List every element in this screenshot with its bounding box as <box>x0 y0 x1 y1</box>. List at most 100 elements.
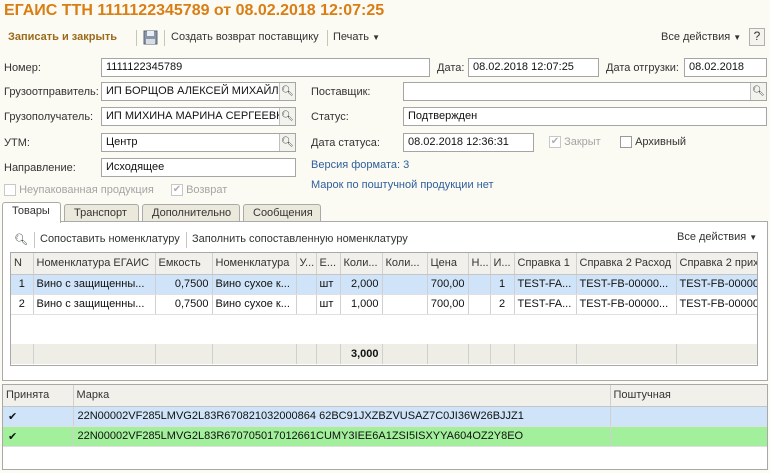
table-cell: шт <box>316 274 341 295</box>
return-checkbox[interactable]: ✔ Возврат <box>171 184 227 197</box>
table-cell: 2 <box>11 294 34 315</box>
check-icon: ✔ <box>3 426 74 447</box>
marks-column-header[interactable]: Поштучная <box>610 385 767 407</box>
table-cell: 0,7500 <box>155 274 213 295</box>
table-row[interactable]: 1 Вино с защищенны... 0,7500 Вино сухое к..… <box>11 274 757 295</box>
goods-column-header[interactable]: Коли... <box>340 253 383 275</box>
goods-column-header[interactable]: Цена <box>427 253 469 275</box>
postal-marks-link[interactable]: Марок по поштучной продукции нет <box>311 179 494 191</box>
table-row[interactable]: 2 Вино с защищенны... 0,7500 Вино сухое к..… <box>11 294 757 315</box>
table-cell: 0,7500 <box>155 294 213 315</box>
goods-column-header[interactable]: У... <box>296 253 317 275</box>
search-icon[interactable]: 🔍︎ <box>750 83 766 100</box>
date-field[interactable]: 08.02.2018 12:07:25 <box>468 58 599 77</box>
status-field[interactable]: Подтвержден <box>403 107 767 126</box>
tab-additional[interactable]: Дополнительно <box>142 204 240 221</box>
direction-field[interactable]: Исходящее <box>101 158 296 177</box>
consignee-field[interactable]: ИП МИХИНА МАРИНА СЕРГЕЕВНА 🔍︎ <box>101 107 296 126</box>
archived-checkbox[interactable]: Архивный <box>620 136 687 149</box>
table-cell <box>382 274 428 295</box>
print-menu[interactable]: Печать ▼ <box>333 31 380 43</box>
tab-goods[interactable]: Товары <box>2 202 61 223</box>
consignee-label: Грузополучатель: <box>4 111 94 123</box>
search-icon[interactable]: 🔍︎ <box>14 233 28 246</box>
number-field[interactable]: 1111122345789 <box>101 58 430 77</box>
toolbar-separator <box>34 232 35 248</box>
toolbar-separator <box>164 30 165 46</box>
fill-nomenclature-button[interactable]: Заполнить сопоставленную номенклатуру <box>192 233 408 245</box>
goods-column-header[interactable]: Емкость <box>155 253 213 275</box>
consignee-value: ИП МИХИНА МАРИНА СЕРГЕЕВНА <box>106 110 292 122</box>
status-label: Статус: <box>311 111 349 123</box>
table-cell: 2,000 <box>340 274 383 295</box>
utm-value: Центр <box>106 136 138 148</box>
toolbar-separator <box>136 30 137 46</box>
table-cell: Вино сухое к... <box>212 274 297 295</box>
supplier-label: Поставщик: <box>311 86 371 98</box>
table-cell <box>610 406 767 427</box>
table-row[interactable]: ✔ 22N00002VF285LMVG2L83R670705017012661CU… <box>3 426 767 447</box>
supplier-field[interactable]: 🔍︎ <box>403 82 767 101</box>
goods-column-header[interactable]: Справка 2 Расход <box>576 253 677 275</box>
shipper-label: Грузоотправитель: <box>4 86 99 98</box>
match-nomenclature-button[interactable]: Сопоставить номенклатуру <box>40 233 180 245</box>
shipper-value: ИП БОРЩОВ АЛЕКСЕЙ МИХАЙЛОВИЧ <box>106 85 296 97</box>
goods-column-header[interactable]: И... <box>490 253 515 275</box>
goods-column-header[interactable]: Номенклатура ЕГАИС <box>33 253 156 275</box>
marks-table: Принята Марка Поштучная ✔ 22N00002VF285LMVG… <box>2 384 768 470</box>
marks-column-header[interactable]: Принята <box>3 385 74 407</box>
closed-checkbox[interactable]: ✔ Закрыт <box>549 136 601 149</box>
marks-column-header[interactable]: Марка <box>73 385 611 407</box>
goods-total-row: 3,000 <box>11 344 757 364</box>
goods-column-header[interactable]: Коли... <box>382 253 428 275</box>
table-cell: 1 <box>11 274 34 295</box>
goods-column-header[interactable]: Е... <box>316 253 341 275</box>
utm-field[interactable]: Центр 🔍︎ <box>101 133 296 152</box>
help-button[interactable]: ? <box>749 28 765 46</box>
tab-transport[interactable]: Транспорт <box>64 204 139 221</box>
table-cell: TEST-FA... <box>514 274 577 295</box>
table-cell: TEST-FB-00000... <box>576 294 677 315</box>
goods-column-header[interactable]: Номенклатура <box>212 253 297 275</box>
table-cell: 700,00 <box>427 274 469 295</box>
format-version-link[interactable]: Версия формата: 3 <box>311 159 409 171</box>
search-icon[interactable]: 🔍︎ <box>279 134 295 151</box>
help-icon: ? <box>753 29 761 43</box>
chevron-down-icon: ▼ <box>733 33 742 42</box>
tab-messages[interactable]: Сообщения <box>243 204 321 221</box>
create-return-button[interactable]: Создать возврат поставщику <box>171 31 319 43</box>
save-close-button[interactable]: Записать и закрыть <box>8 31 117 43</box>
date-label: Дата: <box>437 62 465 74</box>
toolbar-separator <box>327 30 328 46</box>
search-icon[interactable]: 🔍︎ <box>279 83 295 100</box>
search-icon[interactable]: 🔍︎ <box>279 108 295 125</box>
goods-all-actions-menu[interactable]: Все действия ▼ <box>677 231 757 243</box>
goods-column-header[interactable]: Н... <box>468 253 491 275</box>
shipper-field[interactable]: ИП БОРЩОВ АЛЕКСЕЙ МИХАЙЛОВИЧ 🔍︎ <box>101 82 296 101</box>
direction-label: Направление: <box>4 162 76 174</box>
ship-date-field[interactable]: 08.02.2018 <box>684 58 767 77</box>
goods-spacer-row <box>11 314 757 344</box>
table-cell: Вино с защищенны... <box>33 294 156 315</box>
goods-column-header[interactable]: Справка 1 <box>514 253 577 275</box>
table-cell <box>610 426 767 447</box>
number-label: Номер: <box>4 62 41 74</box>
goods-all-actions-label: Все действия <box>677 231 747 243</box>
goods-column-header[interactable]: Справка 2 приход <box>676 253 757 275</box>
archived-label: Архивный <box>635 136 687 148</box>
table-cell: TEST-FB-00000... <box>576 274 677 295</box>
status-date-label: Дата статуса: <box>311 137 380 149</box>
table-cell: TEST-FA... <box>514 294 577 315</box>
table-cell <box>382 294 428 315</box>
goods-column-header[interactable]: N <box>11 253 34 275</box>
all-actions-menu[interactable]: Все действия ▼ <box>661 31 741 43</box>
check-icon: ✔ <box>3 406 74 427</box>
unpacked-checkbox[interactable]: Неупакованная продукция <box>4 184 154 197</box>
utm-label: УТМ: <box>4 137 30 149</box>
table-row[interactable]: ✔ 22N00002VF285LMVG2L83R670821032000864 6… <box>3 406 767 427</box>
table-cell: 700,00 <box>427 294 469 315</box>
status-date-field[interactable]: 08.02.2018 12:36:31 <box>403 133 534 152</box>
save-icon[interactable] <box>143 30 158 45</box>
table-cell: шт <box>316 294 341 315</box>
print-label: Печать <box>333 31 370 43</box>
